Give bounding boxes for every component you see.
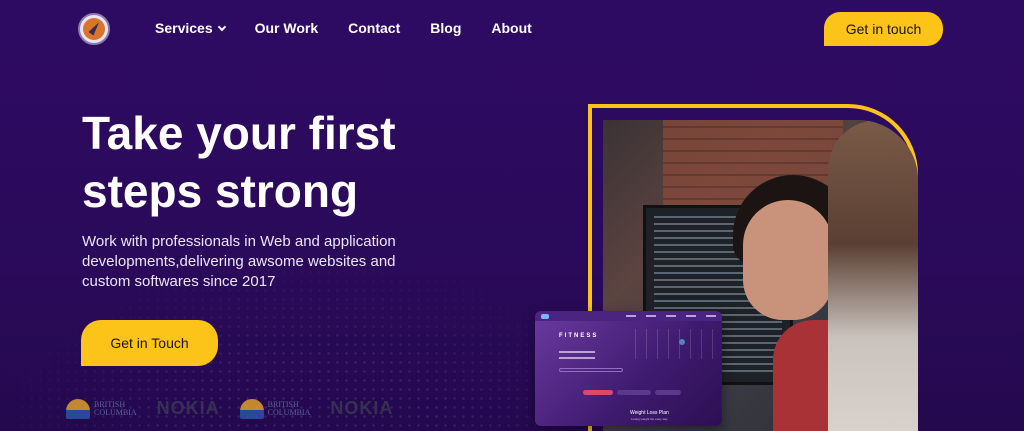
nav-label: Services bbox=[155, 20, 213, 36]
mockup-input bbox=[559, 368, 623, 372]
nav-label: Blog bbox=[430, 20, 462, 36]
mockup-row bbox=[559, 351, 595, 353]
mockup-plan-subtitle: Losing weight the easy way bbox=[631, 417, 668, 421]
nav-item-about[interactable]: About bbox=[491, 20, 531, 36]
get-in-touch-hero-button[interactable]: Get in Touch bbox=[81, 320, 218, 366]
mockup-pill bbox=[655, 390, 681, 395]
hero-title: Take your first steps strong bbox=[82, 107, 396, 217]
mockup-plan-title: Weight Loss Plan bbox=[630, 410, 669, 416]
app-logo-icon bbox=[541, 313, 549, 319]
mockup-pill bbox=[583, 390, 613, 395]
logo-text: COLUMBIA bbox=[267, 407, 311, 417]
client-logos: BRITISH COLUMBIA NOKIA BRITISH COLUMBIA NO… bbox=[66, 398, 393, 419]
british-columbia-logo: BRITISH COLUMBIA bbox=[66, 398, 137, 419]
mockup-topbar bbox=[535, 311, 722, 321]
person-foreground bbox=[828, 120, 918, 431]
british-columbia-logo: BRITISH COLUMBIA bbox=[239, 398, 311, 419]
person-face bbox=[743, 200, 833, 320]
nav-item-services[interactable]: Services bbox=[155, 20, 226, 36]
fitness-app-mockup: FITNESS Weight Loss Plan Losing weight t… bbox=[535, 311, 722, 426]
nokia-logo: NOKIA bbox=[156, 398, 220, 418]
nav-label: Contact bbox=[348, 20, 401, 36]
nokia-logo: NOKIA bbox=[330, 398, 394, 418]
main-nav: Services Our Work Contact Blog About bbox=[155, 20, 532, 36]
mockup-title: FITNESS bbox=[559, 333, 599, 339]
hero-subtitle: Work with professionals in Web and appli… bbox=[82, 233, 396, 290]
logo-text: COLUMBIA bbox=[94, 407, 137, 417]
chevron-down-icon bbox=[217, 22, 226, 31]
nav-item-blog[interactable]: Blog bbox=[430, 20, 461, 36]
mockup-calendar bbox=[635, 329, 715, 359]
nav-label: About bbox=[491, 20, 532, 36]
site-logo[interactable] bbox=[78, 13, 110, 45]
mockup-row bbox=[559, 357, 595, 359]
sun-emblem-icon bbox=[239, 398, 264, 419]
mockup-pill bbox=[617, 390, 651, 395]
get-in-touch-header-button[interactable]: Get in touch bbox=[824, 12, 943, 46]
nav-item-contact[interactable]: Contact bbox=[348, 20, 400, 36]
sun-emblem-icon bbox=[66, 398, 90, 419]
nav-item-our-work[interactable]: Our Work bbox=[255, 20, 319, 36]
nav-label: Our Work bbox=[254, 20, 319, 36]
compass-icon bbox=[83, 18, 105, 40]
